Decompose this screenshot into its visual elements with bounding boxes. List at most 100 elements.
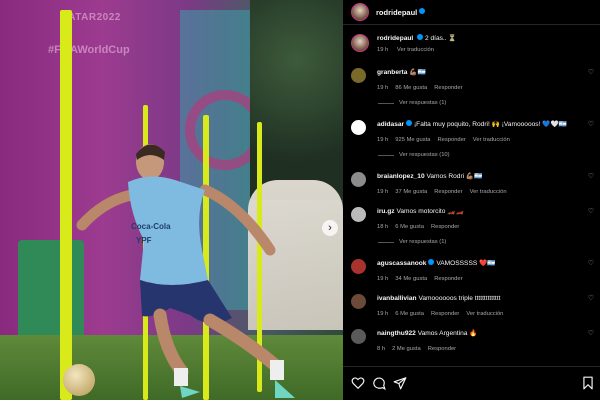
action-bar: [343, 366, 600, 400]
reply-link[interactable]: Responder: [434, 276, 462, 282]
comments-panel: rodridepaul rodridepaul 2 días.. ⏳ 19 h …: [343, 0, 600, 400]
comment-likes[interactable]: 86 Me gusta: [395, 85, 427, 91]
reply-link[interactable]: Responder: [434, 85, 462, 91]
replies-divider: [378, 154, 394, 156]
like-comment-icon[interactable]: ♡: [588, 207, 594, 215]
comment-meta: 19 h 925 Me gusta Responder Ver traducción: [377, 137, 582, 143]
commenter-avatar[interactable]: [351, 172, 366, 187]
shirt-brand: YPF: [136, 236, 152, 245]
comment-meta: 19 h 6 Me gusta Responder Ver traducción: [377, 311, 582, 317]
comment-likes[interactable]: 925 Me gusta: [395, 137, 430, 143]
comment-time: 19 h: [377, 137, 389, 143]
comment-username[interactable]: ivanballivian: [377, 295, 417, 302]
verified-icon: [419, 8, 426, 14]
reply-link[interactable]: Responder: [431, 311, 459, 317]
comment-time: 19 h: [377, 85, 389, 91]
replies-divider: [378, 102, 394, 104]
comment-line: aguscassanook VAMOSSSSS ❤️🇦🇷: [377, 259, 582, 268]
commenter-avatar[interactable]: [351, 207, 366, 222]
comments-list[interactable]: rodridepaul 2 días.. ⏳ 19 h Ver traducci…: [343, 28, 600, 363]
comment-line: granberta 💪🏽🇦🇷: [377, 68, 582, 77]
soccer-ball: [63, 364, 95, 396]
translate-link[interactable]: Ver traducción: [397, 47, 434, 53]
comment-username[interactable]: aguscassanook: [377, 260, 426, 267]
like-comment-icon[interactable]: ♡: [588, 259, 594, 267]
translate-link[interactable]: Ver traducción: [470, 189, 507, 195]
comment-likes[interactable]: 2 Me gusta: [392, 346, 421, 352]
verified-icon: [417, 34, 424, 41]
view-replies-label: Ver respuestas (10): [399, 152, 450, 158]
author-username[interactable]: rodridepaul: [376, 8, 417, 17]
reply-link[interactable]: Responder: [428, 346, 456, 352]
comment-text: 💪🏽🇦🇷: [409, 69, 426, 76]
comment-username[interactable]: naingthu922: [377, 330, 416, 337]
comment-likes[interactable]: 6 Me gusta: [395, 224, 424, 230]
comment-likes[interactable]: 34 Me gusta: [395, 276, 427, 282]
commenter-avatar[interactable]: [351, 259, 366, 274]
caption-text: 2 días.. ⏳: [424, 35, 457, 42]
view-replies-label: Ver respuestas (1): [399, 100, 447, 106]
shirt-sponsor: Coca-Cola: [131, 222, 171, 231]
like-comment-icon[interactable]: ♡: [588, 329, 594, 337]
translate-link[interactable]: Ver traducción: [473, 137, 510, 143]
like-comment-icon[interactable]: ♡: [588, 294, 594, 302]
verified-icon: [428, 259, 435, 266]
author-avatar[interactable]: [351, 34, 369, 52]
post-header: rodridepaul: [343, 0, 600, 25]
comment-text: ¡Falta muy poquito, Rodri! 🙌 ¡Vamooooos!…: [413, 121, 567, 128]
like-comment-icon[interactable]: ♡: [588, 68, 594, 76]
comment-username[interactable]: granberta: [377, 69, 407, 76]
commenter-avatar[interactable]: [351, 68, 366, 83]
commenter-avatar[interactable]: [351, 294, 366, 309]
next-image-button[interactable]: ›: [322, 220, 338, 236]
comment-meta: 19 h 37 Me gusta Responder Ver traducción: [377, 189, 582, 195]
heart-outline-icon[interactable]: [351, 376, 365, 390]
reply-link[interactable]: Responder: [434, 189, 462, 195]
comment-meta: 19 h 86 Me gusta Responder: [377, 85, 582, 91]
verified-icon: [406, 120, 413, 127]
post-photo[interactable]: QATAR2022 #FIFAWorldCup Coca-Cola YPF ›: [0, 0, 343, 400]
replies-divider: [378, 241, 394, 243]
comment-line: ivanballivian Vamoooooos triple tttttttt…: [377, 294, 582, 303]
comment-likes[interactable]: 37 Me gusta: [395, 189, 427, 195]
comment-time: 19 h: [377, 189, 389, 195]
caption-meta: 19 h Ver traducción: [377, 47, 582, 53]
comment-meta: 19 h 34 Me gusta Responder: [377, 276, 582, 282]
comment-line: braianlopez_10 Vamos Rodri 💪🏽🇦🇷: [377, 172, 582, 181]
like-comment-icon[interactable]: ♡: [588, 120, 594, 128]
paper-plane-icon[interactable]: [393, 376, 407, 390]
comment-text: Vamos Argentina 🔥: [417, 330, 478, 337]
author-avatar[interactable]: [351, 3, 369, 21]
commenter-avatar[interactable]: [351, 329, 366, 344]
player-figure: [76, 144, 295, 398]
comment-username[interactable]: iru.gz: [377, 208, 395, 215]
comment-text: VAMOSSSSS ❤️🇦🇷: [436, 260, 496, 267]
comment-username[interactable]: adidasar: [377, 121, 404, 128]
comment-line: iru.gz Vamos motorcito 🏎️🏎️: [377, 207, 582, 216]
comment-meta: 8 h 2 Me gusta Responder: [377, 346, 582, 352]
comment-text: Vamoooooos triple tttttttttttttt: [418, 295, 501, 302]
comment-likes[interactable]: 6 Me gusta: [395, 311, 424, 317]
comment-line: naingthu922 Vamos Argentina 🔥: [377, 329, 582, 338]
comment-icon[interactable]: [372, 376, 386, 390]
like-comment-icon[interactable]: ♡: [588, 172, 594, 180]
commenter-avatar[interactable]: [351, 120, 366, 135]
bookmark-icon[interactable]: [581, 376, 595, 390]
caption-username[interactable]: rodridepaul: [377, 35, 413, 42]
caption-time: 19 h: [377, 47, 389, 53]
comment-username[interactable]: braianlopez_10: [377, 173, 425, 180]
comment-time: 19 h: [377, 276, 389, 282]
translate-link[interactable]: Ver traducción: [466, 311, 503, 317]
view-replies-link[interactable]: Ver respuestas (1): [378, 100, 446, 106]
comment-time: 19 h: [377, 311, 389, 317]
comment-text: Vamos motorcito 🏎️🏎️: [396, 208, 464, 215]
comment-time: 8 h: [377, 346, 386, 352]
comment-text: Vamos Rodri 💪🏽🇦🇷: [426, 173, 483, 180]
reply-link[interactable]: Responder: [431, 224, 459, 230]
view-replies-label: Ver respuestas (1): [399, 239, 447, 245]
view-replies-link[interactable]: Ver respuestas (10): [378, 152, 450, 158]
caption-line: rodridepaul 2 días.. ⏳: [377, 34, 582, 43]
comment-meta: 18 h 6 Me gusta Responder: [377, 224, 582, 230]
reply-link[interactable]: Responder: [437, 137, 465, 143]
view-replies-link[interactable]: Ver respuestas (1): [378, 239, 446, 245]
